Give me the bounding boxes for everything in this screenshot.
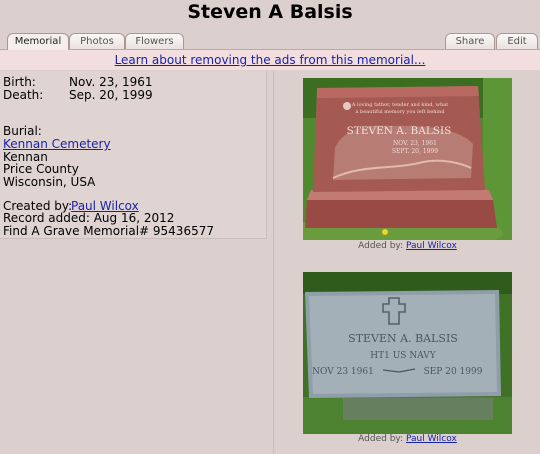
birth-label: Birth: [3, 75, 36, 89]
tab-memorial[interactable]: Memorial [7, 33, 69, 50]
memorial-id: Find A Grave Memorial# 95436577 [3, 224, 214, 238]
photo-1-caption: Added by: Paul Wilcox [303, 241, 512, 252]
remove-ads-link[interactable]: Learn about removing the ads from this m… [115, 53, 426, 67]
photo-2-caption: Added by: Paul Wilcox [303, 434, 512, 445]
death-date: Sep. 20, 1999 [69, 88, 153, 102]
svg-text:HT1 US NAVY: HT1 US NAVY [370, 351, 436, 361]
added-by-label: Added by: [358, 241, 404, 251]
column-divider [273, 71, 274, 454]
burial-label: Burial: [3, 124, 42, 138]
red-headstone-image: A loving father, tender and kind, what a… [303, 78, 512, 240]
headstone-photo-2[interactable]: STEVEN A. BALSIS HT1 US NAVY NOV 23 1961… [303, 272, 512, 434]
svg-text:NOV. 23, 1961: NOV. 23, 1961 [393, 140, 437, 147]
ads-banner: Learn about removing the ads from this m… [0, 50, 540, 70]
tab-photos[interactable]: Photos [69, 33, 125, 49]
page-title: Steven A Balsis [187, 1, 353, 23]
tab-bar: Memorial Photos Flowers Share Edit [0, 33, 540, 50]
tab-edit[interactable]: Edit [496, 33, 538, 49]
cemetery-link[interactable]: Kennan Cemetery [3, 137, 111, 151]
svg-text:SEP 20 1999: SEP 20 1999 [424, 367, 483, 377]
death-label: Death: [3, 88, 44, 102]
photo-2-contributor-link[interactable]: Paul Wilcox [406, 434, 457, 444]
headstone-photo-1[interactable]: A loving father, tender and kind, what a… [303, 78, 512, 240]
birth-date: Nov. 23, 1961 [69, 75, 153, 89]
svg-text:STEVEN A. BALSIS: STEVEN A. BALSIS [348, 332, 458, 345]
tab-flowers[interactable]: Flowers [125, 33, 184, 49]
svg-text:SEPT. 20, 1999: SEPT. 20, 1999 [392, 148, 438, 155]
tab-share[interactable]: Share [445, 33, 495, 49]
svg-text:a beautiful memory you left be: a beautiful memory you left behind [355, 109, 445, 115]
svg-text:STEVEN A. BALSIS: STEVEN A. BALSIS [347, 125, 452, 137]
photo-1-contributor-link[interactable]: Paul Wilcox [406, 241, 457, 251]
record-added: Record added: Aug 16, 2012 [3, 211, 175, 225]
added-by-label: Added by: [358, 434, 404, 444]
svg-text:NOV 23 1961: NOV 23 1961 [312, 367, 374, 377]
burial-state: Wisconsin, USA [3, 175, 96, 189]
military-marker-image: STEVEN A. BALSIS HT1 US NAVY NOV 23 1961… [303, 272, 512, 434]
svg-text:A loving father, tender and ki: A loving father, tender and kind, what [351, 102, 448, 108]
burial-county: Price County [3, 162, 79, 176]
